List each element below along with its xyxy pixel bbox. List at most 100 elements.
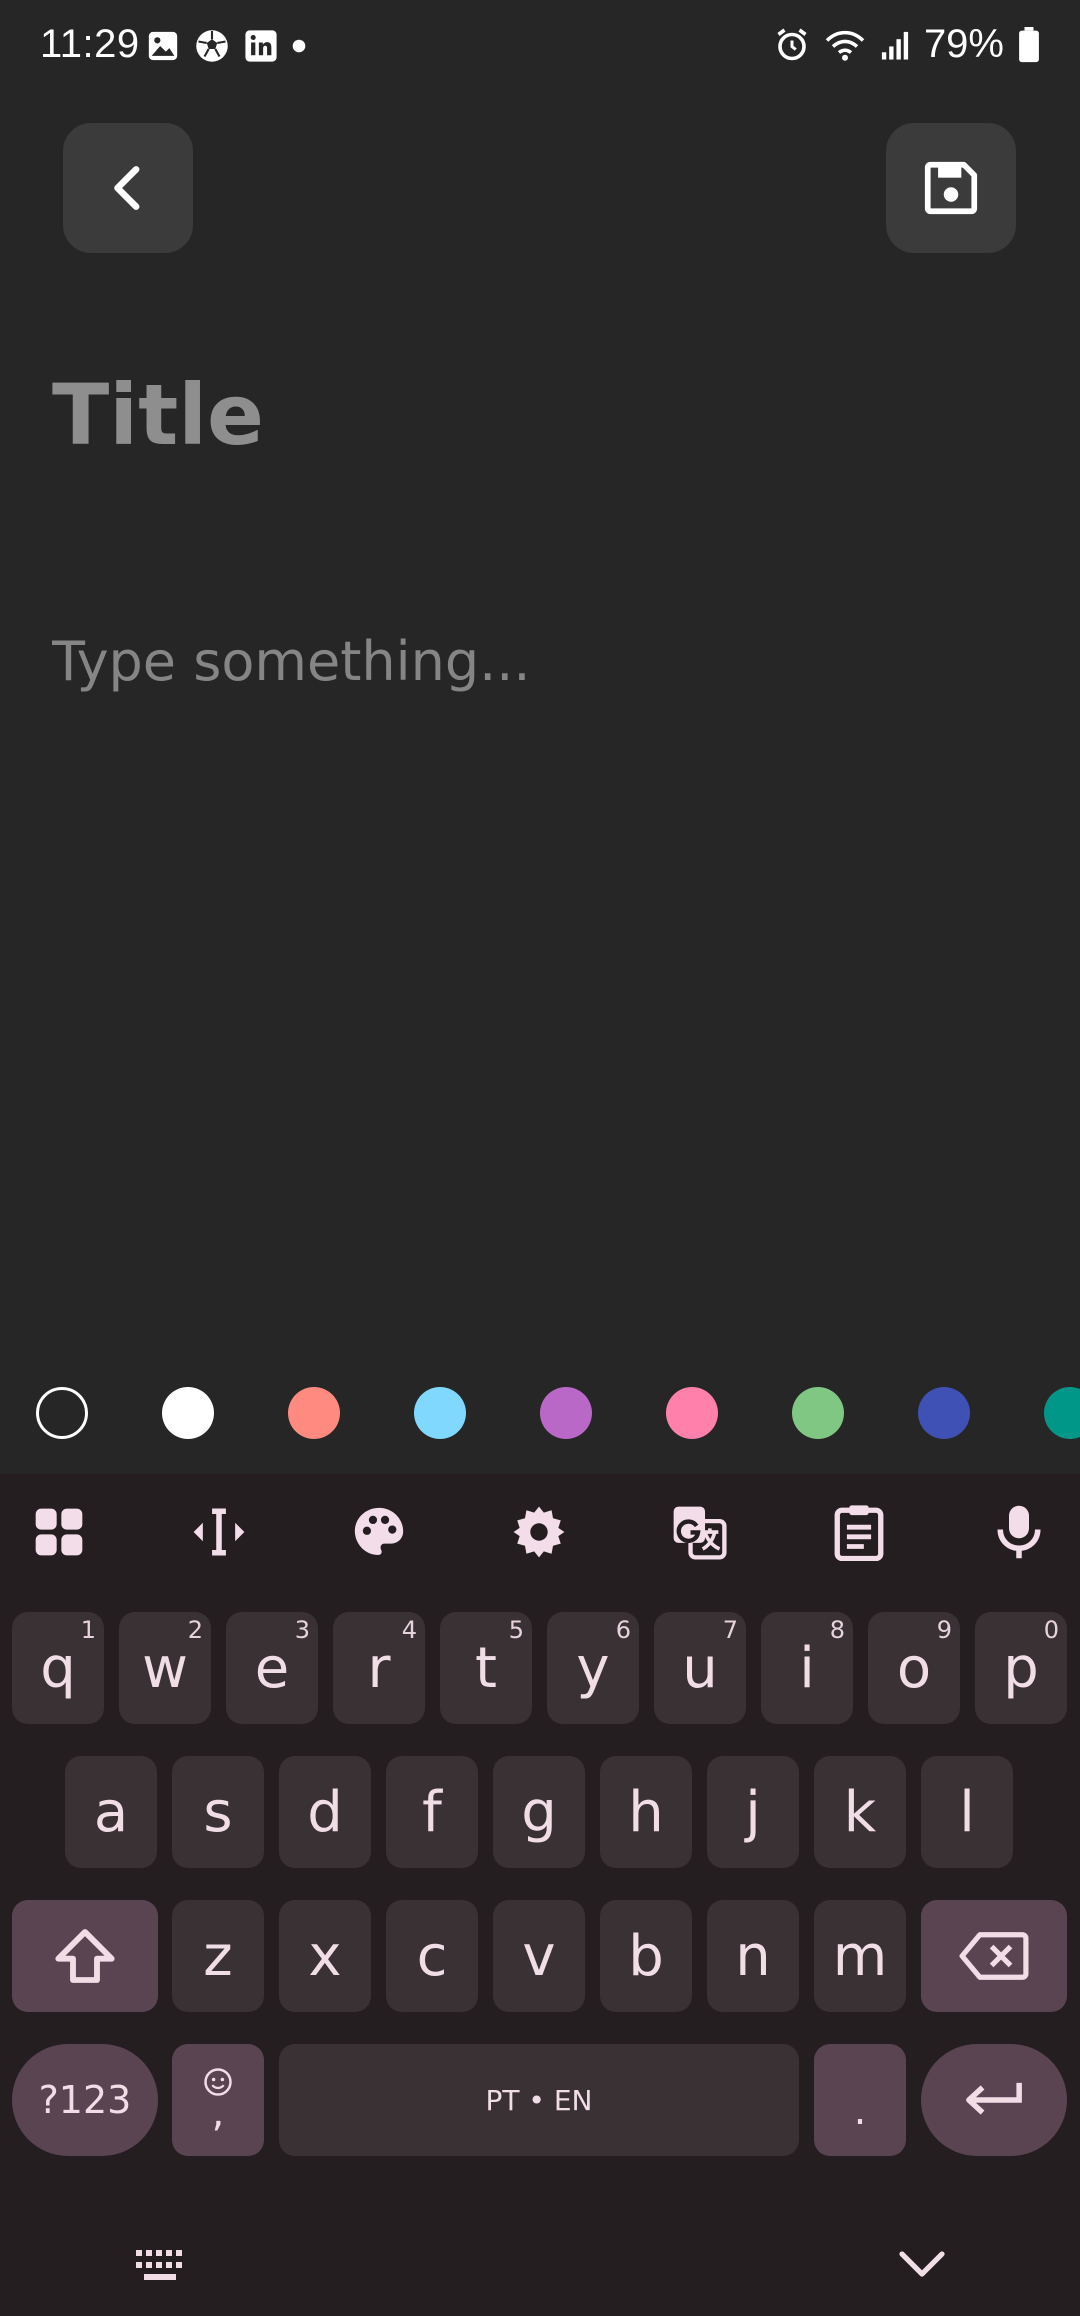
save-button[interactable] (886, 123, 1016, 253)
space-key[interactable]: PT • EN (279, 2044, 799, 2156)
key-label: s (203, 1779, 233, 1845)
symbols-key[interactable]: ?123 (12, 2044, 158, 2156)
enter-key[interactable] (921, 2044, 1067, 2156)
key-f[interactable]: f (386, 1756, 478, 1868)
key-label: r (367, 1635, 391, 1701)
keyboard-icon[interactable] (134, 2248, 186, 2282)
key-label: p (1003, 1635, 1039, 1701)
status-time: 11:29 (40, 22, 140, 66)
key-label: q (40, 1635, 76, 1701)
key-label: n (735, 1923, 771, 1989)
key-c[interactable]: c (386, 1900, 478, 2012)
color-swatch[interactable] (414, 1387, 466, 1439)
soccer-ball-icon (194, 28, 230, 64)
key-a[interactable]: a (65, 1756, 157, 1868)
emoji-comma-key[interactable]: , (172, 2044, 264, 2156)
comma-label: , (211, 2090, 225, 2136)
key-label: l (959, 1779, 975, 1845)
key-l[interactable]: l (921, 1756, 1013, 1868)
backspace-icon (958, 1930, 1030, 1982)
key-label: x (308, 1923, 342, 1989)
backspace-key[interactable] (921, 1900, 1067, 2012)
battery-icon (1018, 26, 1040, 63)
gear-icon[interactable] (507, 1500, 571, 1564)
key-label: a (93, 1779, 129, 1845)
color-picker (0, 1380, 1080, 1450)
key-label: t (475, 1635, 497, 1701)
key-g[interactable]: g (493, 1756, 585, 1868)
color-swatch[interactable] (162, 1387, 214, 1439)
translate-icon[interactable] (667, 1500, 731, 1564)
microphone-icon[interactable] (987, 1500, 1051, 1564)
signal-icon (880, 29, 910, 61)
key-hint: 1 (80, 1616, 96, 1644)
color-swatch[interactable] (918, 1387, 970, 1439)
key-z[interactable]: z (172, 1900, 264, 2012)
key-label: j (745, 1779, 761, 1845)
wifi-icon (824, 27, 866, 63)
battery-percent: 79% (923, 22, 1004, 66)
key-e[interactable]: e3 (226, 1612, 318, 1724)
status-bar: 11:29 79% (0, 0, 1080, 100)
key-i[interactable]: i8 (761, 1612, 853, 1724)
key-label: e (254, 1635, 290, 1701)
color-swatch[interactable] (666, 1387, 718, 1439)
key-y[interactable]: y6 (547, 1612, 639, 1724)
image-icon (146, 29, 180, 63)
key-label: d (307, 1779, 343, 1845)
shift-key[interactable] (12, 1900, 158, 2012)
chevron-down-icon[interactable] (898, 2246, 946, 2282)
keyboard-toolbar (0, 1474, 1080, 1594)
back-button[interactable] (63, 123, 193, 253)
key-s[interactable]: s (172, 1756, 264, 1868)
title-input[interactable] (52, 355, 1012, 475)
color-swatch[interactable] (1044, 1387, 1080, 1439)
chevron-left-icon (100, 160, 156, 216)
text-cursor-icon[interactable] (187, 1500, 251, 1564)
clipboard-icon[interactable] (827, 1500, 891, 1564)
key-w[interactable]: w2 (119, 1612, 211, 1724)
key-label: k (843, 1779, 877, 1845)
key-r[interactable]: r4 (333, 1612, 425, 1724)
key-j[interactable]: j (707, 1756, 799, 1868)
key-t[interactable]: t5 (440, 1612, 532, 1724)
key-label: w (142, 1635, 188, 1701)
key-hint: 2 (187, 1616, 203, 1644)
key-label: o (896, 1635, 932, 1701)
key-label: c (416, 1923, 448, 1989)
key-k[interactable]: k (814, 1756, 906, 1868)
key-m[interactable]: m (814, 1900, 906, 2012)
key-b[interactable]: b (600, 1900, 692, 2012)
dot-icon (292, 39, 306, 53)
color-swatch[interactable] (792, 1387, 844, 1439)
key-q[interactable]: q1 (12, 1612, 104, 1724)
floppy-disk-icon (920, 157, 982, 219)
color-swatch[interactable] (36, 1387, 88, 1439)
key-h[interactable]: h (600, 1756, 692, 1868)
key-hint: 9 (936, 1616, 952, 1644)
key-label: z (203, 1923, 233, 1989)
enter-icon (962, 2078, 1026, 2122)
palette-icon[interactable] (347, 1500, 411, 1564)
key-hint: 6 (615, 1616, 631, 1644)
key-label: v (522, 1923, 556, 1989)
shift-icon (53, 1926, 117, 1986)
apps-grid-icon[interactable] (27, 1500, 91, 1564)
key-hint: 7 (722, 1616, 738, 1644)
key-p[interactable]: p0 (975, 1612, 1067, 1724)
key-o[interactable]: o9 (868, 1612, 960, 1724)
period-key[interactable]: . (814, 2044, 906, 2156)
color-swatch[interactable] (288, 1387, 340, 1439)
note-body-input[interactable] (52, 630, 1012, 1330)
key-v[interactable]: v (493, 1900, 585, 2012)
key-u[interactable]: u7 (654, 1612, 746, 1724)
key-x[interactable]: x (279, 1900, 371, 2012)
color-swatch[interactable] (540, 1387, 592, 1439)
keyboard-nav-bar (0, 2218, 1080, 2316)
key-label: f (422, 1779, 442, 1845)
key-d[interactable]: d (279, 1756, 371, 1868)
key-hint: 5 (508, 1616, 524, 1644)
key-label: m (832, 1923, 888, 1989)
key-hint: 0 (1043, 1616, 1059, 1644)
key-n[interactable]: n (707, 1900, 799, 2012)
